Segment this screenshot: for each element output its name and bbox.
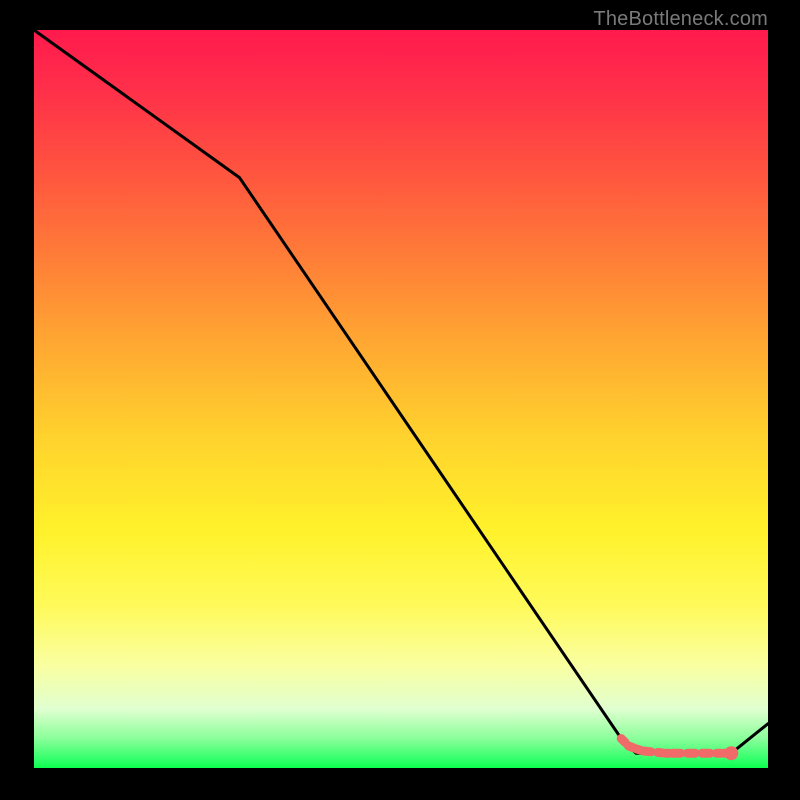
- watermark-text: TheBottleneck.com: [593, 8, 768, 31]
- highlight-dash: [643, 751, 651, 752]
- highlight-dash: [621, 739, 625, 743]
- highlight-endpoint: [724, 746, 738, 760]
- chart-frame: TheBottleneck.com: [0, 0, 800, 800]
- chart-overlay: [34, 30, 768, 768]
- highlight-markers: [621, 739, 738, 761]
- curve-path: [34, 30, 768, 753]
- main-curve: [34, 30, 768, 753]
